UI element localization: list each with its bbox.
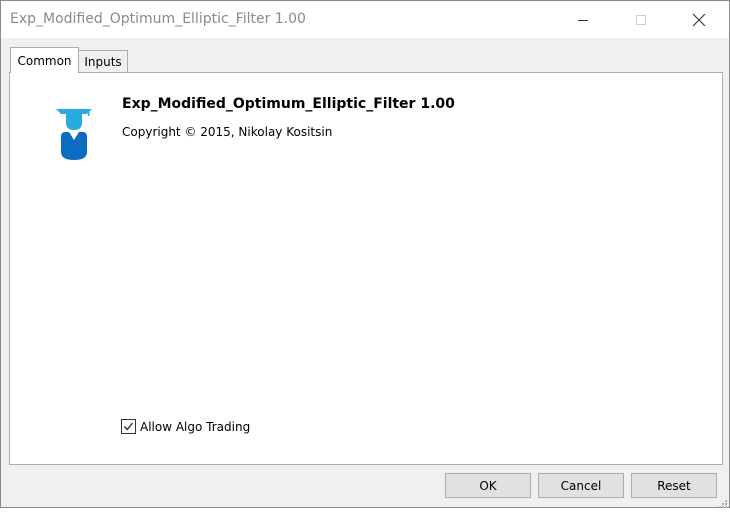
dialog-window: Exp_Modified_Optimum_Elliptic_Filter 1.0… bbox=[0, 0, 730, 508]
minimize-icon bbox=[578, 19, 588, 21]
window-title: Exp_Modified_Optimum_Elliptic_Filter 1.0… bbox=[10, 11, 306, 27]
close-icon bbox=[692, 13, 706, 26]
title-bar: Exp_Modified_Optimum_Elliptic_Filter 1.0… bbox=[1, 1, 729, 38]
maximize-icon bbox=[636, 14, 646, 25]
tab-common-label: Common bbox=[17, 53, 72, 68]
allow-algo-trading-option[interactable]: Allow Algo Trading bbox=[121, 419, 250, 434]
common-tab-panel: Exp_Modified_Optimum_Elliptic_Filter 1.0… bbox=[9, 72, 723, 465]
checkmark-icon bbox=[124, 422, 134, 431]
tab-inputs-label: Inputs bbox=[84, 55, 122, 69]
graduate-icon bbox=[54, 105, 94, 163]
tab-inputs[interactable]: Inputs bbox=[79, 50, 128, 73]
close-button[interactable] bbox=[670, 1, 728, 38]
minimize-button[interactable] bbox=[554, 1, 612, 38]
copyright-text: Copyright © 2015, Nikolay Kositsin bbox=[122, 125, 333, 139]
maximize-button[interactable] bbox=[612, 1, 670, 38]
allow-algo-trading-checkbox[interactable] bbox=[121, 419, 136, 434]
resize-grip-icon[interactable] bbox=[719, 497, 727, 508]
tab-common[interactable]: Common bbox=[10, 47, 79, 73]
allow-algo-trading-label: Allow Algo Trading bbox=[140, 419, 251, 434]
expert-name: Exp_Modified_Optimum_Elliptic_Filter 1.0… bbox=[122, 96, 455, 112]
reset-button[interactable]: Reset bbox=[631, 473, 717, 498]
cancel-button[interactable]: Cancel bbox=[538, 473, 624, 498]
ok-button[interactable]: OK bbox=[445, 473, 531, 498]
